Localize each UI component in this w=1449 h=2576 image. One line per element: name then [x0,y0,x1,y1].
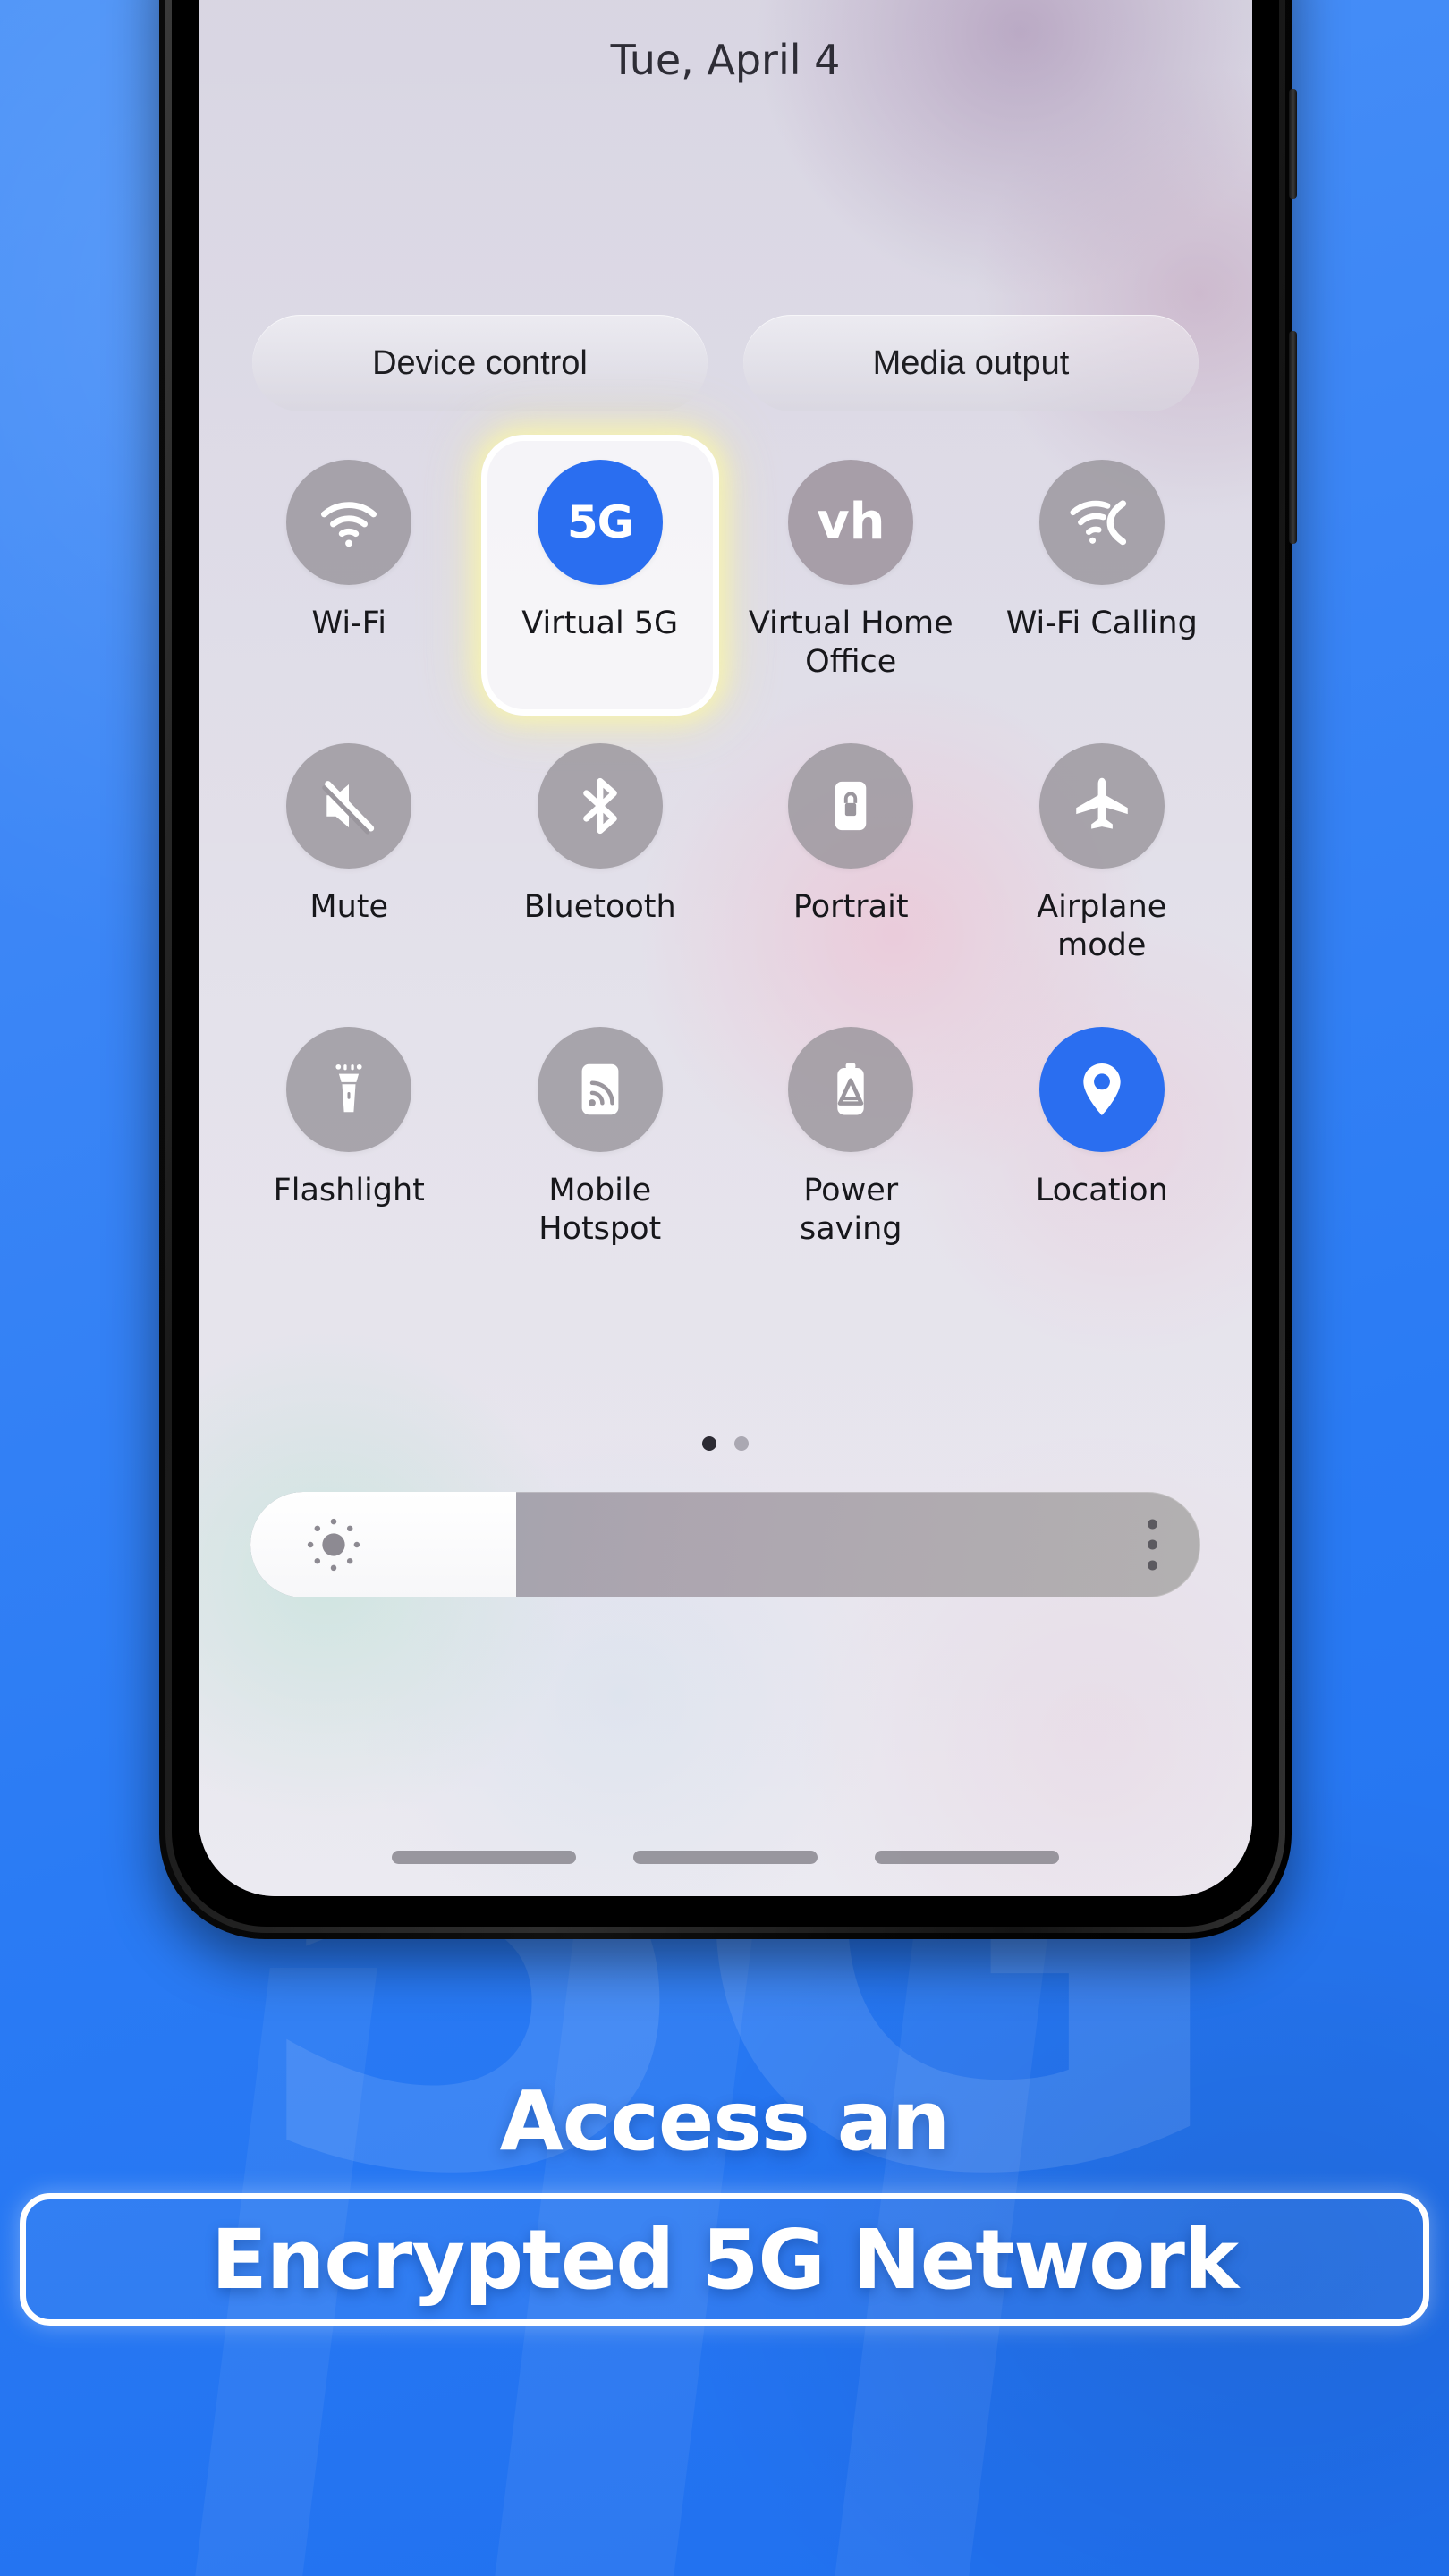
toggle-mute[interactable]: Mute [224,724,475,966]
page-indicator[interactable] [199,1436,1252,1451]
rotation-lock-icon [788,742,914,869]
toggle-label: Mute [309,888,389,925]
toggle-portrait[interactable]: Portrait [725,724,977,966]
toggle-label: Flashlight [273,1172,425,1208]
toggle-label: Power saving [799,1172,902,1247]
toggle-row: Wi-Fi 5G Virtual 5G vh Virtual Home Offi… [224,435,1228,716]
lockscreen-clock-block: 10:35 Tue, April 4 [199,0,1252,84]
toggle-label: Location [1035,1172,1168,1208]
toggle-airplane-mode[interactable]: Airplane mode [977,724,1228,966]
toggle-wifi[interactable]: Wi-Fi [224,440,475,682]
toggle-virtual-home-office[interactable]: vh Virtual Home Office [725,440,977,682]
mute-icon [286,742,412,869]
toggle-label: Wi-Fi Calling [1005,606,1198,641]
5g-icon: 5G [537,460,663,585]
toggle-virtual-5g[interactable]: 5G Virtual 5G [475,435,726,716]
brightness-slider-fill [250,1492,517,1597]
hotspot-icon [537,1026,663,1152]
promo-headline-line2: Encrypted 5G Network [210,2211,1239,2308]
toggle-row: Flashlight Mobile Hotspot Power saving L… [224,1007,1227,1250]
location-pin-icon [1038,1026,1165,1152]
page-dot-1[interactable] [702,1436,716,1451]
media-output-button[interactable]: Media output [743,315,1199,411]
phone-mockup: 10:35 Tue, April 4 Device control Media … [159,0,1297,1939]
flashlight-icon [286,1026,412,1152]
airplane-icon [1038,742,1165,869]
device-control-button[interactable]: Device control [252,315,708,411]
toggle-flashlight[interactable]: Flashlight [224,1007,475,1250]
phone-screen: 10:35 Tue, April 4 Device control Media … [199,0,1252,1896]
toggle-mobile-hotspot[interactable]: Mobile Hotspot [475,1007,726,1250]
toggle-location[interactable]: Location [977,1007,1228,1250]
quick-panel-pills: Device control Media output [252,315,1199,411]
toggle-label: Virtual 5G [521,606,679,641]
wifi-icon [286,460,412,585]
bluetooth-icon [537,742,663,869]
navigation-bar [199,1851,1252,1864]
more-options-icon[interactable] [1148,1519,1157,1571]
toggle-wifi-calling[interactable]: Wi-Fi Calling [977,440,1228,682]
toggle-label: Bluetooth [523,888,676,925]
power-button[interactable] [1289,331,1297,544]
clock-time: 10:35 [199,0,1252,13]
wifi-calling-icon [1038,460,1165,585]
promo-screenshot: 5G 10:35 Tue, April 4 Device control Med… [0,0,1449,2576]
toggle-label: Virtual Home Office [748,606,953,681]
promo-headline-box: Encrypted 5G Network [20,2193,1429,2326]
nav-home-button[interactable] [633,1851,818,1864]
toggle-label: Wi-Fi [311,606,386,641]
brightness-slider[interactable] [250,1492,1200,1597]
toggle-power-saving[interactable]: Power saving [725,1007,977,1250]
volume-button[interactable] [1289,89,1297,199]
nav-recents-button[interactable] [392,1851,576,1864]
nav-back-button[interactable] [875,1851,1059,1864]
vh-icon: vh [788,460,914,585]
toggle-label: Portrait [792,888,909,925]
toggle-label: Airplane mode [1037,888,1167,964]
toggle-row: Mute Bluetooth Portrait Airplane mode [224,724,1227,966]
toggle-bluetooth[interactable]: Bluetooth [475,724,726,966]
power-saving-icon [788,1026,914,1152]
brightness-sun-icon [301,1512,367,1578]
toggle-label: Mobile Hotspot [538,1172,662,1247]
clock-date: Tue, April 4 [610,36,841,84]
promo-headline-line1: Access an [499,2073,951,2169]
page-dot-2[interactable] [734,1436,749,1451]
quick-toggle-grid: Wi-Fi 5G Virtual 5G vh Virtual Home Offi… [224,435,1228,1263]
